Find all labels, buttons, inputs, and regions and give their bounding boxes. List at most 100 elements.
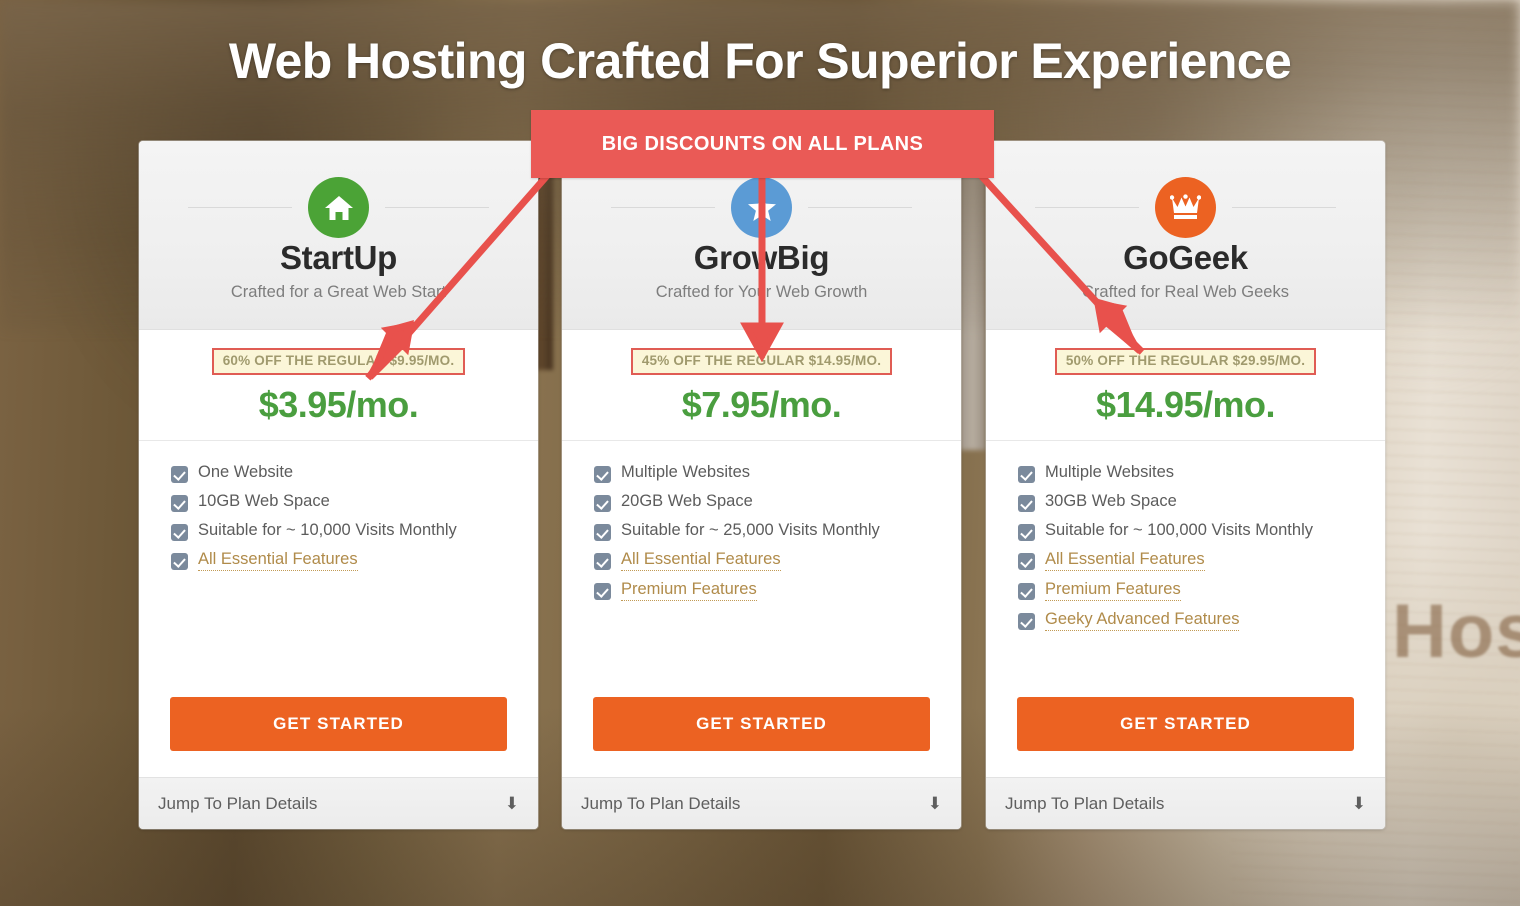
card-header: StartUp Crafted for a Great Web Start	[139, 141, 538, 330]
feature-label: Suitable for ~ 25,000 Visits Monthly	[621, 520, 880, 539]
down-arrow-icon: ⬇	[504, 794, 519, 813]
down-arrow-icon: ⬇	[927, 794, 942, 813]
header-divider-left	[611, 207, 715, 208]
feature-item: Suitable for ~ 10,000 Visits Monthly	[171, 521, 538, 541]
check-icon	[171, 494, 188, 512]
check-icon	[171, 523, 188, 541]
feature-label: 10GB Web Space	[198, 491, 330, 510]
feature-item: 20GB Web Space	[594, 492, 961, 512]
header-divider-right	[1232, 207, 1336, 208]
plan-price: $7.95/mo.	[681, 383, 842, 425]
plan-tagline: Crafted for Your Web Growth	[655, 283, 868, 301]
feature-label: 20GB Web Space	[621, 491, 753, 510]
plan-tagline: Crafted for Real Web Geeks	[1082, 283, 1289, 301]
feature-label: Suitable for ~ 100,000 Visits Monthly	[1045, 520, 1313, 539]
down-arrow-icon: ⬇	[1351, 794, 1366, 813]
plan-name: GrowBig	[693, 239, 830, 276]
check-icon	[594, 523, 611, 541]
feature-item: 30GB Web Space	[1018, 492, 1385, 512]
header-divider-right	[808, 207, 912, 208]
crown-icon	[1155, 177, 1216, 238]
get-started-button[interactable]: GET STARTED	[593, 697, 930, 751]
feature-list: One Website 10GB Web Space Suitable for …	[139, 441, 538, 698]
feature-item: Suitable for ~ 100,000 Visits Monthly	[1018, 521, 1385, 541]
background-watermark-text: Hos	[1392, 589, 1520, 674]
price-block: 50% OFF THE REGULAR $29.95/MO. $14.95/mo…	[986, 330, 1385, 441]
feature-item[interactable]: All Essential Features	[171, 550, 538, 571]
jump-to-plan-details[interactable]: Jump To Plan Details ⬇	[562, 777, 961, 829]
price-block: 60% OFF THE REGULAR $9.95/MO. $3.95/mo.	[139, 330, 538, 441]
page-title: Web Hosting Crafted For Superior Experie…	[228, 33, 1292, 89]
header-divider-left	[188, 207, 292, 208]
feature-item: Multiple Websites	[1018, 463, 1385, 483]
feature-label: One Website	[198, 462, 294, 481]
feature-link-geeky-advanced-features[interactable]: Geeky Advanced Features	[1045, 610, 1240, 631]
plan-icon-row	[139, 177, 538, 238]
promo-banner: BIG DISCOUNTS ON ALL PLANS	[531, 110, 994, 178]
jump-to-plan-details[interactable]: Jump To Plan Details ⬇	[986, 777, 1385, 829]
cta-wrapper: GET STARTED	[139, 697, 538, 777]
check-icon	[1018, 552, 1035, 570]
feature-link-all-essential-features[interactable]: All Essential Features	[621, 550, 781, 571]
feature-item[interactable]: All Essential Features	[594, 550, 961, 571]
feature-link-premium-features[interactable]: Premium Features	[621, 580, 757, 601]
promo-banner-text: BIG DISCOUNTS ON ALL PLANS	[601, 132, 924, 155]
feature-item: 10GB Web Space	[171, 492, 538, 512]
check-icon	[1018, 523, 1035, 541]
feature-item: One Website	[171, 463, 538, 483]
feature-list: Multiple Websites 20GB Web Space Suitabl…	[562, 441, 961, 698]
feature-label: Suitable for ~ 10,000 Visits Monthly	[198, 520, 457, 539]
feature-item: Suitable for ~ 25,000 Visits Monthly	[594, 521, 961, 541]
check-icon	[594, 552, 611, 570]
check-icon	[1018, 582, 1035, 600]
cta-wrapper: GET STARTED	[986, 697, 1385, 777]
plan-name: GoGeek	[1123, 239, 1248, 276]
check-icon	[171, 465, 188, 483]
plan-icon-row	[562, 177, 961, 238]
pricing-page: Hos Web Hosting Crafted For Superior Exp…	[0, 0, 1520, 906]
pricing-card-growbig[interactable]: GrowBig Crafted for Your Web Growth 45% …	[562, 141, 961, 829]
discount-badge: 60% OFF THE REGULAR $9.95/MO.	[211, 348, 466, 375]
feature-link-all-essential-features[interactable]: All Essential Features	[198, 550, 358, 571]
feature-item[interactable]: All Essential Features	[1018, 550, 1385, 571]
jump-to-plan-details-label: Jump To Plan Details	[158, 793, 318, 813]
get-started-button[interactable]: GET STARTED	[1017, 697, 1354, 751]
check-icon	[1018, 494, 1035, 512]
cta-wrapper: GET STARTED	[562, 697, 961, 777]
check-icon	[594, 494, 611, 512]
feature-label: Multiple Websites	[1045, 462, 1174, 481]
feature-list: Multiple Websites 30GB Web Space Suitabl…	[986, 441, 1385, 698]
check-icon	[1018, 465, 1035, 483]
header-divider-right	[385, 207, 489, 208]
card-header: GoGeek Crafted for Real Web Geeks	[986, 141, 1385, 330]
home-icon	[308, 177, 369, 238]
plan-icon-row	[986, 177, 1385, 238]
feature-item[interactable]: Premium Features	[1018, 580, 1385, 601]
check-icon	[1018, 612, 1035, 630]
plan-name: StartUp	[279, 239, 398, 276]
feature-link-all-essential-features[interactable]: All Essential Features	[1045, 550, 1205, 571]
feature-item[interactable]: Premium Features	[594, 580, 961, 601]
pricing-card-gogeek[interactable]: GoGeek Crafted for Real Web Geeks 50% OF…	[986, 141, 1385, 829]
feature-item: Multiple Websites	[594, 463, 961, 483]
feature-label: 30GB Web Space	[1045, 491, 1177, 510]
jump-to-plan-details[interactable]: Jump To Plan Details ⬇	[139, 777, 538, 829]
check-icon	[171, 552, 188, 570]
discount-badge: 50% OFF THE REGULAR $29.95/MO.	[1054, 348, 1317, 375]
feature-label: Multiple Websites	[621, 462, 750, 481]
check-icon	[594, 582, 611, 600]
plan-price: $14.95/mo.	[1095, 383, 1276, 425]
pricing-card-startup[interactable]: StartUp Crafted for a Great Web Start 60…	[139, 141, 538, 829]
check-icon	[594, 465, 611, 483]
feature-item[interactable]: Geeky Advanced Features	[1018, 610, 1385, 631]
price-block: 45% OFF THE REGULAR $14.95/MO. $7.95/mo.	[562, 330, 961, 441]
plan-price: $3.95/mo.	[258, 383, 419, 425]
get-started-button[interactable]: GET STARTED	[170, 697, 507, 751]
jump-to-plan-details-label: Jump To Plan Details	[581, 793, 741, 813]
plan-tagline: Crafted for a Great Web Start	[230, 283, 447, 301]
feature-link-premium-features[interactable]: Premium Features	[1045, 580, 1181, 601]
header-divider-left	[1035, 207, 1139, 208]
star-icon	[731, 177, 792, 238]
jump-to-plan-details-label: Jump To Plan Details	[1005, 793, 1165, 813]
discount-badge: 45% OFF THE REGULAR $14.95/MO.	[630, 348, 893, 375]
